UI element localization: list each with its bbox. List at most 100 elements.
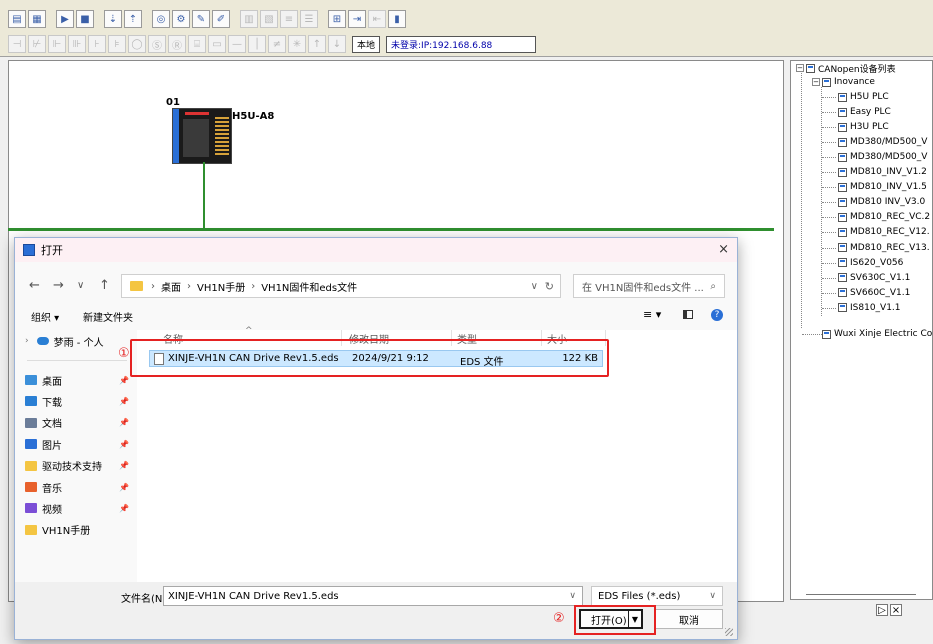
cancel-button[interactable]: 取消: [655, 609, 723, 629]
align-icon[interactable]: ≡: [280, 10, 298, 28]
monitor-icon[interactable]: ◎: [152, 10, 170, 28]
nav-item[interactable]: 文档 📌: [25, 414, 129, 432]
book-icon[interactable]: ▮: [388, 10, 406, 28]
cross-icon[interactable]: ✳: [288, 35, 306, 53]
new-folder-button[interactable]: 新建文件夹: [83, 309, 133, 324]
tree-item-device[interactable]: IS810_V1.1: [838, 301, 901, 315]
tree-item-device[interactable]: MD810_REC_V12.: [838, 225, 930, 239]
preview-pane-icon[interactable]: [683, 310, 693, 319]
chevron-down-icon[interactable]: ∨: [709, 591, 716, 601]
down-arrow-icon[interactable]: ↓: [328, 35, 346, 53]
table-icon[interactable]: ▧: [260, 10, 278, 28]
nav-item[interactable]: 图片 📌: [25, 435, 129, 453]
tree-item-device[interactable]: MD810 INV_V3.0: [838, 195, 925, 209]
grid-icon[interactable]: ▥: [240, 10, 258, 28]
help-icon[interactable]: ?: [711, 309, 723, 321]
login-icon[interactable]: ⇥: [348, 10, 366, 28]
up-arrow-icon[interactable]: ↑: [308, 35, 326, 53]
tree-item-device[interactable]: SV660C_V1.1: [838, 286, 910, 300]
vline-icon[interactable]: │: [248, 35, 266, 53]
not-icon[interactable]: ≠: [268, 35, 286, 53]
filename-input[interactable]: XINJE-VH1N CAN Drive Rev1.5.eds ∨: [163, 586, 583, 606]
block-icon[interactable]: ▭: [208, 35, 226, 53]
logout-icon[interactable]: ⇤: [368, 10, 386, 28]
contact-nc-icon[interactable]: ⊬: [28, 35, 46, 53]
breadcrumb-desktop[interactable]: 桌面: [161, 279, 181, 294]
refresh-icon[interactable]: ↻: [545, 280, 554, 293]
branch-end-icon[interactable]: ⊧: [108, 35, 126, 53]
contact-no-icon[interactable]: ⊣: [8, 35, 26, 53]
nav-item[interactable]: 视频 📌: [25, 499, 129, 517]
chevron-down-icon[interactable]: ∨: [569, 591, 576, 601]
tree-item-device[interactable]: MD380/MD500_V: [838, 135, 927, 149]
coil-set-icon[interactable]: Ⓢ: [148, 35, 166, 53]
tree-item-device[interactable]: SV630C_V1.1: [838, 271, 910, 285]
collapse-toggle-icon[interactable]: −: [796, 64, 804, 72]
hline-icon[interactable]: —: [228, 35, 246, 53]
pin-icon[interactable]: 📌: [119, 397, 129, 406]
write-icon[interactable]: ✐: [212, 10, 230, 28]
pin-icon[interactable]: 📌: [119, 376, 129, 385]
view-options-icon[interactable]: ≡ ▾: [643, 308, 661, 321]
tree-vendor-xinje[interactable]: Wuxi Xinje Electric Co: [822, 327, 932, 341]
filetype-select[interactable]: EDS Files (*.eds) ∨: [591, 586, 723, 606]
tree-item-device[interactable]: MD810_REC_VC.2: [838, 210, 930, 224]
plc-device-image[interactable]: [172, 108, 232, 164]
node-icon: [822, 329, 831, 339]
branch-icon[interactable]: ⊦: [88, 35, 106, 53]
contact-fall-icon[interactable]: ⊪: [68, 35, 86, 53]
close-icon[interactable]: ×: [718, 242, 729, 257]
save-icon[interactable]: ▦: [28, 10, 46, 28]
close-panel-button[interactable]: ×: [890, 604, 902, 616]
tree-item-device[interactable]: MD810_INV_V1.5: [838, 180, 927, 194]
login-status[interactable]: 未登录:IP:192.168.6.88: [386, 35, 537, 53]
list-icon[interactable]: ☰: [300, 10, 318, 28]
device-icon[interactable]: ⊞: [328, 10, 346, 28]
new-icon[interactable]: ▤: [8, 10, 26, 28]
pin-icon[interactable]: 📌: [119, 418, 129, 427]
address-bar[interactable]: › 桌面 › VH1N手册 › VH1N固件和eds文件 ∨ ↻: [121, 274, 561, 298]
chevron-down-icon[interactable]: ∨: [531, 281, 538, 292]
stop-icon[interactable]: ■: [76, 10, 94, 28]
breadcrumb-manual[interactable]: VH1N手册: [197, 279, 245, 294]
pin-icon[interactable]: 📌: [119, 461, 129, 470]
search-input[interactable]: 在 VH1N固件和eds文件 ... ⌕: [573, 274, 725, 298]
coil-icon[interactable]: ◯: [128, 35, 146, 53]
tree-item-device[interactable]: MD810_REC_V13.: [838, 241, 930, 255]
func-icon[interactable]: ⌸: [188, 35, 206, 53]
download-icon[interactable]: ⇣: [104, 10, 122, 28]
pin-icon[interactable]: 📌: [119, 483, 129, 492]
nav-item[interactable]: 桌面 📌: [25, 371, 129, 389]
coil-reset-icon[interactable]: Ⓡ: [168, 35, 186, 53]
resize-grip-icon[interactable]: [725, 628, 733, 636]
tree-item-device[interactable]: MD810_INV_V1.2: [838, 165, 927, 179]
chevron-right-icon[interactable]: ›: [25, 336, 29, 346]
organize-button[interactable]: 组织 ▾: [31, 309, 59, 324]
run-icon[interactable]: ▶: [56, 10, 74, 28]
collapse-toggle-icon[interactable]: −: [812, 78, 820, 86]
restore-button[interactable]: ▷: [876, 604, 888, 616]
forward-arrow-icon[interactable]: →: [53, 278, 64, 293]
pin-icon[interactable]: 📌: [119, 440, 129, 449]
nav-item[interactable]: VH1N手册: [25, 521, 90, 539]
nav-item[interactable]: 音乐 📌: [25, 478, 129, 496]
tree-item-device[interactable]: H3U PLC: [838, 120, 889, 134]
tree-item-device[interactable]: H5U PLC: [838, 90, 889, 104]
tree-item-device[interactable]: IS620_V056: [838, 256, 903, 270]
tree-root[interactable]: − CANopen设备列表: [796, 61, 896, 75]
contact-rise-icon[interactable]: ⊩: [48, 35, 66, 53]
nav-item-personal[interactable]: › 梦雨 - 个人: [25, 332, 104, 350]
tree-item-device[interactable]: Easy PLC: [838, 105, 891, 119]
nav-item[interactable]: 驱动技术支持 📌: [25, 457, 129, 475]
local-button[interactable]: 本地: [352, 35, 381, 53]
nav-item[interactable]: 下载 📌: [25, 392, 129, 410]
up-arrow-icon[interactable]: ↑: [99, 278, 110, 293]
back-arrow-icon[interactable]: ←: [29, 278, 40, 293]
tree-item-device[interactable]: MD380/MD500_V: [838, 150, 927, 164]
edit-icon[interactable]: ✎: [192, 10, 210, 28]
upload-icon[interactable]: ⇡: [124, 10, 142, 28]
recent-chevron-icon[interactable]: ∨: [77, 280, 84, 291]
breadcrumb-firmware[interactable]: VH1N固件和eds文件: [261, 279, 357, 294]
diagnose-icon[interactable]: ⚙: [172, 10, 190, 28]
pin-icon[interactable]: 📌: [119, 504, 129, 513]
